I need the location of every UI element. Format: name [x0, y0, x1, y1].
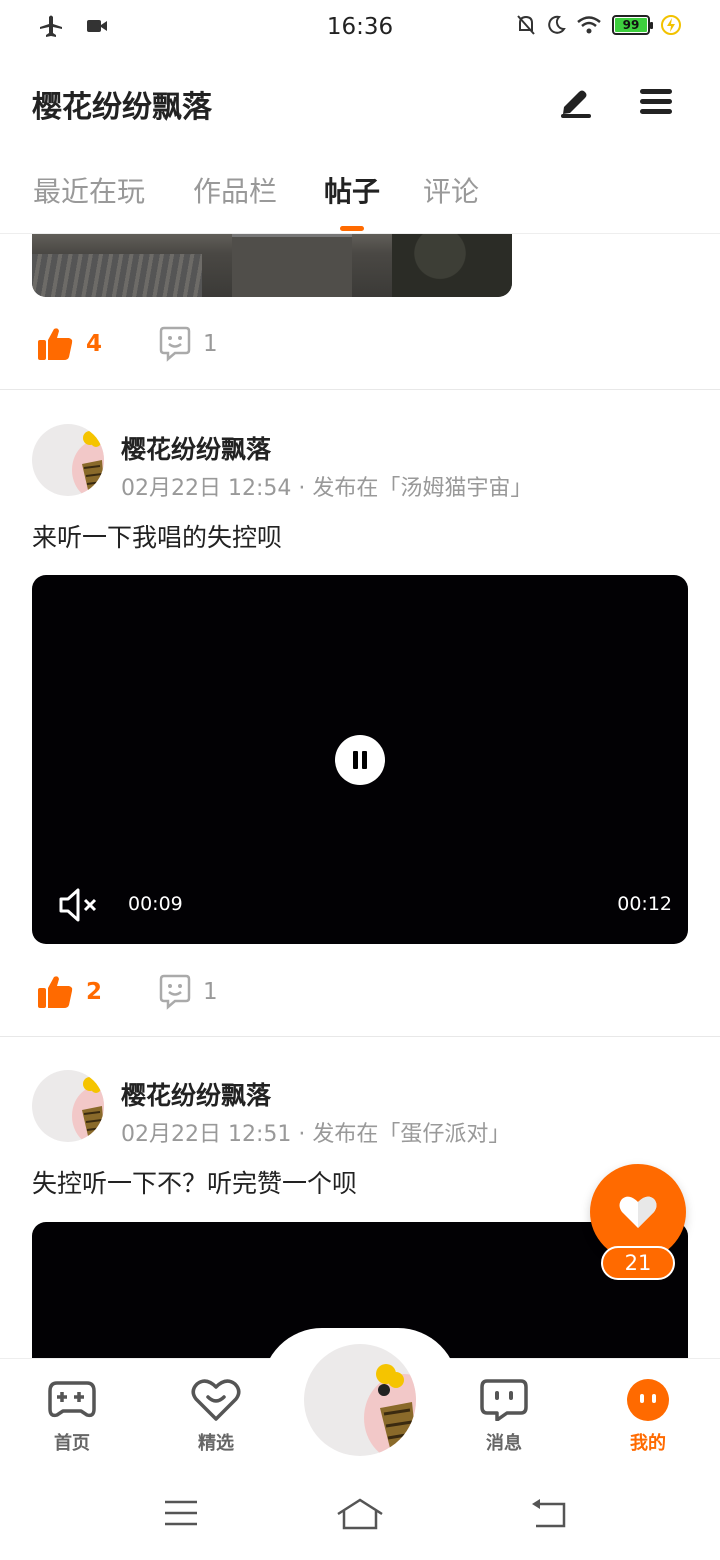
back-icon[interactable]: [530, 1498, 568, 1530]
post-text[interactable]: 来听一下我唱的失控呗: [32, 518, 282, 554]
profile-face-icon: [627, 1379, 669, 1421]
recent-apps-icon[interactable]: [163, 1498, 199, 1528]
post-divider: [0, 1036, 720, 1037]
battery-icon: 99: [612, 15, 653, 35]
tab-works[interactable]: 作品栏: [193, 170, 277, 210]
thumbs-up-icon: [38, 328, 73, 360]
post-meta: 02月22日 12:54 · 发布在「汤姆猫宇宙」: [121, 476, 533, 501]
mute-icon[interactable]: [58, 887, 100, 923]
image-roof-detail: [32, 254, 202, 297]
post-meta: 02月22日 12:51 · 发布在「蛋仔派对」: [121, 1122, 511, 1147]
like-count: 2: [86, 979, 103, 1005]
avatar[interactable]: [32, 424, 104, 496]
post-image[interactable]: [32, 234, 512, 297]
nav-label: 消息: [486, 1433, 522, 1454]
post-actions: 2 1: [36, 974, 218, 1010]
floating-like-count: 21: [601, 1246, 675, 1280]
avatar-character-image: [72, 431, 104, 496]
comment-button[interactable]: 1: [157, 974, 218, 1010]
gamepad-icon: [48, 1381, 96, 1418]
tab-comments[interactable]: 评论: [423, 170, 479, 210]
like-button[interactable]: 4: [36, 326, 102, 362]
heart-outline-icon: [191, 1379, 241, 1421]
nav-label: 精选: [198, 1433, 234, 1454]
nav-label: 我的: [630, 1433, 666, 1454]
heart-icon: [619, 1196, 657, 1228]
edit-button[interactable]: [554, 80, 598, 124]
video-current-time: 00:09: [128, 893, 183, 915]
page-title: 樱花纷纷飘落: [32, 90, 212, 125]
post-actions: 4 1: [36, 326, 218, 362]
comment-face-icon: [159, 974, 191, 1010]
notifications-off-icon: [517, 15, 535, 35]
nav-center-avatar[interactable]: [304, 1344, 416, 1456]
comment-button[interactable]: 1: [157, 326, 218, 362]
comment-count: 1: [203, 979, 218, 1005]
like-count: 4: [86, 331, 103, 357]
status-bar: 16:36 99: [0, 0, 720, 56]
nav-item-featured[interactable]: 精选: [171, 1379, 261, 1455]
home-icon[interactable]: [336, 1498, 384, 1530]
like-button[interactable]: 2: [36, 974, 102, 1010]
video-duration: 00:12: [617, 893, 672, 915]
image-house-detail: [232, 234, 352, 297]
pen-icon: [561, 90, 591, 118]
chat-icon: [480, 1379, 528, 1422]
tab-posts[interactable]: 帖子: [324, 170, 380, 210]
nav-label: 首页: [54, 1433, 90, 1454]
hamburger-menu-icon: [640, 89, 672, 114]
wifi-icon: [577, 16, 601, 34]
nav-item-profile[interactable]: 我的: [603, 1379, 693, 1455]
comment-face-icon: [159, 326, 191, 362]
battery-level: 99: [615, 18, 647, 32]
menu-button[interactable]: [634, 80, 678, 124]
profile-tabs: 最近在玩 作品栏 帖子 评论: [0, 148, 720, 234]
charging-icon: [661, 15, 681, 35]
comment-count: 1: [203, 331, 218, 357]
post-author[interactable]: 樱花纷纷飘落: [121, 1076, 271, 1112]
system-navigation-bar: [0, 1468, 720, 1560]
profile-header: 樱花纷纷飘落: [0, 56, 720, 148]
nav-item-home[interactable]: 首页: [27, 1379, 117, 1455]
post-text[interactable]: 失控听一下不？听完赞一个呗: [32, 1164, 357, 1200]
tab-recently-played[interactable]: 最近在玩: [33, 170, 145, 210]
post-divider: [0, 389, 720, 390]
status-right-icons: 99: [516, 14, 682, 36]
moon-icon: [548, 15, 566, 34]
video-player[interactable]: 00:09 00:12: [32, 575, 688, 944]
nav-item-messages[interactable]: 消息: [459, 1379, 549, 1455]
thumbs-up-icon: [38, 976, 73, 1008]
image-tree-detail: [392, 234, 512, 297]
avatar-character-image: [364, 1364, 416, 1456]
active-tab-indicator: [340, 226, 364, 231]
avatar[interactable]: [32, 1070, 104, 1142]
avatar-character-image: [72, 1077, 104, 1142]
post-author[interactable]: 樱花纷纷飘落: [121, 430, 271, 466]
pause-button[interactable]: [335, 735, 385, 785]
